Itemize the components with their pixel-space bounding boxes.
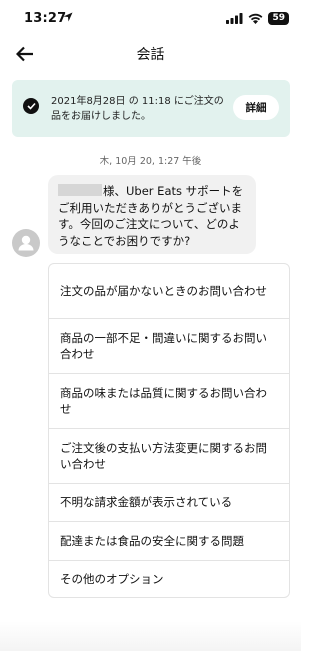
user-avatar-icon [12,229,40,257]
option-item[interactable]: 商品の一部不足・間違いに関するお問い合わせ [49,319,289,374]
option-item[interactable]: 注文の品が届かないときのお問い合わせ [49,264,289,319]
support-options-list: 注文の品が届かないときのお問い合わせ 商品の一部不足・間違いに関するお問い合わせ… [48,263,290,598]
status-time: 13:27 [24,11,67,26]
bottom-fade [0,621,301,651]
battery-icon: 59 [268,11,289,25]
option-item[interactable]: その他のオプション [49,561,289,597]
signal-icon [226,12,243,24]
order-status-text: 2021年8月28日 の 11:18 にご注文の品をお届けしました。 [51,96,224,122]
message-timestamp: 木, 10月 20, 1:27 午後 [99,156,202,167]
check-circle-icon [23,98,39,114]
page-title: 会話 [136,47,165,63]
wifi-icon [249,13,263,24]
option-item[interactable]: 配達または食品の安全に関する問題 [49,522,289,561]
location-arrow-icon [63,12,73,22]
status-bar: 13:27 59 [0,0,301,36]
order-banner: 2021年8月28日 の 11:18 にご注文の品をお届けしました。 詳細 [12,80,290,137]
redacted-name [58,184,102,196]
status-indicators: 59 [226,11,289,25]
option-item[interactable]: 不明な請求金額が表示されている [49,484,289,522]
nav-bar: 会話 [0,36,301,72]
option-item[interactable]: 商品の味または品質に関するお問い合わせ [49,374,289,429]
details-button[interactable]: 詳細 [233,95,279,120]
option-item[interactable]: ご注文後の支払い方法変更に関するお問い合わせ [49,429,289,484]
support-message-bubble: 様、Uber Eats サポートをご利用いただきありがとうございます。今回のご注… [48,175,256,254]
